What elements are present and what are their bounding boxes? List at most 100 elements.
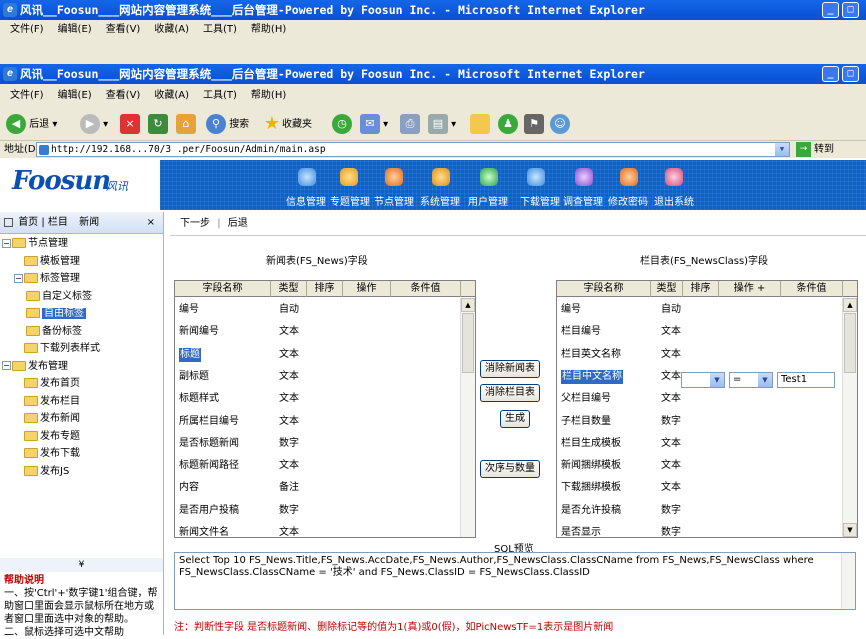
remove-class-button[interactable]: 消除栏目表: [480, 384, 540, 402]
go-button[interactable]: 转到: [814, 141, 834, 158]
table-row[interactable]: 是否允许投稿 数字: [557, 500, 843, 522]
nav-system[interactable]: 系统管理: [420, 193, 460, 208]
generate-button[interactable]: 生成: [500, 410, 530, 428]
tree-item[interactable]: 发布专题: [14, 429, 80, 445]
table-row[interactable]: 栏目英文名称 文本: [557, 344, 843, 366]
sort-select[interactable]: ▼: [681, 372, 725, 388]
mail-button[interactable]: ✉ ▾: [360, 114, 388, 134]
search-button[interactable]: ⚲ 搜索: [206, 114, 249, 134]
menu-edit[interactable]: 编辑(E): [58, 20, 92, 40]
order-count-button[interactable]: 次序与数量: [480, 460, 540, 478]
expand-icon[interactable]: −: [14, 273, 23, 283]
table-row[interactable]: 父栏目编号 文本: [557, 388, 843, 410]
table-row[interactable]: 副标题 文本: [175, 366, 461, 388]
favorites-button[interactable]: ★ 收藏夹: [262, 114, 312, 134]
nav-info[interactable]: 信息管理: [286, 193, 326, 208]
group-button[interactable]: ☺: [550, 114, 570, 134]
scroll-up-arrow[interactable]: ▲: [461, 298, 475, 312]
go-arrow-icon[interactable]: →: [796, 142, 811, 157]
scroll-thumb[interactable]: [462, 313, 474, 373]
table-row[interactable]: 内容 备注: [175, 477, 461, 499]
nav-user[interactable]: 用户管理: [468, 193, 508, 208]
menu-view[interactable]: 查看(V): [106, 20, 141, 40]
tree-item[interactable]: 发布JS: [14, 464, 69, 480]
menu-file[interactable]: 文件(F): [10, 84, 44, 108]
table-row[interactable]: 是否用户投稿 数字: [175, 500, 461, 522]
nav-topic[interactable]: 专题管理: [330, 193, 370, 208]
tree-item[interactable]: 发布下载: [14, 446, 80, 462]
home-button[interactable]: ⌂: [176, 114, 196, 134]
menu-help[interactable]: 帮助(H): [251, 84, 286, 108]
tree-item[interactable]: 自定义标签: [26, 289, 92, 305]
table-row[interactable]: 标题新闻路径 文本: [175, 455, 461, 477]
next-step-link[interactable]: 下一步: [180, 218, 210, 229]
tree-item[interactable]: 发布首页: [14, 376, 80, 392]
refresh-button[interactable]: ↻: [148, 114, 168, 134]
minimize-button[interactable]: _: [822, 2, 839, 18]
tree-item[interactable]: 备份标签: [26, 324, 82, 340]
table-row[interactable]: 新闻捆绑模板 文本: [557, 455, 843, 477]
research-button[interactable]: ⚑: [524, 114, 544, 134]
sql-preview[interactable]: Select Top 10 FS_News.Title,FS_News.AccD…: [174, 552, 856, 610]
table-row[interactable]: 是否标题新闻 数字: [175, 433, 461, 455]
remove-news-button[interactable]: 消除新闻表: [480, 360, 540, 378]
menu-tools[interactable]: 工具(T): [203, 20, 237, 40]
nav-download[interactable]: 下载管理: [520, 193, 560, 208]
nav-password[interactable]: 修改密码: [608, 193, 648, 208]
scroll-down-arrow[interactable]: ▼: [843, 523, 857, 537]
maximize-button[interactable]: □: [842, 2, 859, 18]
menu-help[interactable]: 帮助(H): [251, 20, 286, 40]
table-row[interactable]: 栏目编号 文本: [557, 321, 843, 343]
menu-favorites[interactable]: 收藏(A): [154, 84, 189, 108]
news-grid-scrollbar[interactable]: ▲: [460, 298, 475, 537]
menu-favorites[interactable]: 收藏(A): [154, 20, 189, 40]
table-row[interactable]: 子栏目数量 数字: [557, 411, 843, 433]
scroll-up-arrow[interactable]: ▲: [843, 298, 857, 312]
folder-button[interactable]: [470, 114, 490, 134]
table-row[interactable]: 新闻编号 文本: [175, 321, 461, 343]
tab-column[interactable]: 栏目: [48, 217, 68, 228]
table-row[interactable]: 编号 自动: [175, 299, 461, 321]
tab-news[interactable]: 新闻: [79, 217, 99, 228]
help-toggle[interactable]: ¥: [0, 558, 163, 572]
messenger-button[interactable]: ♟: [498, 114, 518, 134]
stop-button[interactable]: ×: [120, 114, 140, 134]
tree-item[interactable]: 下载列表样式: [14, 341, 100, 357]
condition-input[interactable]: Test1: [777, 372, 835, 388]
address-dropdown[interactable]: ▼: [775, 143, 789, 156]
forward-button[interactable]: ▶ ▾: [80, 114, 108, 134]
menu-tools[interactable]: 工具(T): [203, 84, 237, 108]
tree-item[interactable]: 发布栏目: [14, 394, 80, 410]
tree-item[interactable]: 自由标签: [26, 306, 86, 322]
back-step-link[interactable]: 后退: [228, 218, 248, 229]
class-grid-scrollbar[interactable]: ▲ ▼: [842, 298, 857, 537]
maximize-button[interactable]: □: [842, 66, 859, 82]
table-row[interactable]: 栏目生成模板 文本: [557, 433, 843, 455]
tree-item[interactable]: 模板管理: [14, 254, 80, 270]
address-input[interactable]: http://192.168...70/3 .per/Foosun/Admin/…: [36, 142, 790, 157]
expand-icon[interactable]: −: [2, 238, 11, 248]
nav-survey[interactable]: 调查管理: [563, 193, 603, 208]
menu-view[interactable]: 查看(V): [106, 84, 141, 108]
close-icon[interactable]: ×: [147, 212, 155, 234]
table-row[interactable]: 标题样式 文本: [175, 388, 461, 410]
back-button[interactable]: ◀ 后退 ▾: [6, 114, 57, 134]
scroll-thumb[interactable]: [844, 313, 856, 373]
table-row[interactable]: 编号 自动: [557, 299, 843, 321]
table-row[interactable]: 所属栏目编号 文本: [175, 411, 461, 433]
history-button[interactable]: ◷: [332, 114, 352, 134]
expand-icon[interactable]: −: [2, 361, 11, 370]
tree-item[interactable]: − 节点管理: [2, 236, 68, 252]
table-row[interactable]: 下载捆绑模板 文本: [557, 477, 843, 499]
tree-item[interactable]: − 标签管理: [14, 271, 80, 287]
nav-node[interactable]: 节点管理: [374, 193, 414, 208]
sql-scrollbar[interactable]: [841, 553, 855, 609]
minimize-button[interactable]: _: [822, 66, 839, 82]
table-row[interactable]: 标题 文本: [175, 344, 461, 366]
table-row[interactable]: 是否显示 数字: [557, 522, 843, 544]
print-button[interactable]: ⎙: [400, 114, 420, 134]
menu-edit[interactable]: 编辑(E): [58, 84, 92, 108]
tree-item[interactable]: 发布新闻: [14, 411, 80, 427]
operator-select[interactable]: = ▼: [729, 372, 773, 388]
tree-item[interactable]: − 发布管理: [2, 359, 68, 375]
